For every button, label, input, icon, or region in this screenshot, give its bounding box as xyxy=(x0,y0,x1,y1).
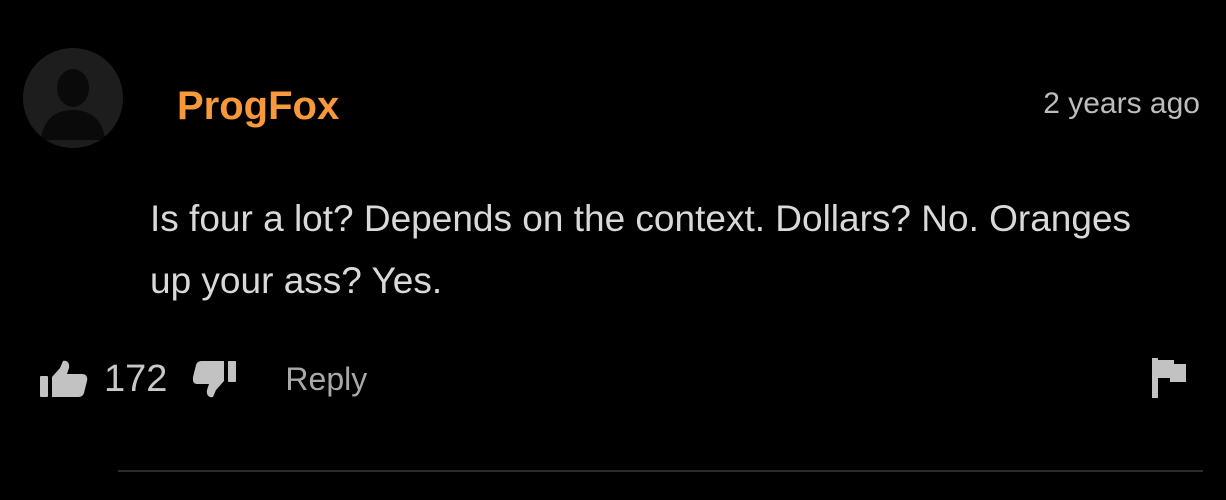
thumbs-down-icon[interactable] xyxy=(193,359,237,399)
username-link[interactable]: ProgFox xyxy=(177,82,339,130)
vote-count: 172 xyxy=(104,358,168,400)
comment-text: Is four a lot? Depends on the context. D… xyxy=(150,198,1132,301)
comment: ProgFox 2 years ago Is four a lot? Depen… xyxy=(0,0,1226,500)
avatar[interactable] xyxy=(23,48,123,148)
comment-timestamp: 2 years ago xyxy=(1043,87,1200,120)
user-silhouette-icon xyxy=(23,48,123,148)
reply-button[interactable]: Reply xyxy=(285,352,367,406)
divider xyxy=(118,470,1203,472)
comment-actions: 172 Reply xyxy=(38,352,367,406)
flag-icon[interactable] xyxy=(1152,358,1186,403)
thumbs-up-icon[interactable] xyxy=(38,359,88,399)
